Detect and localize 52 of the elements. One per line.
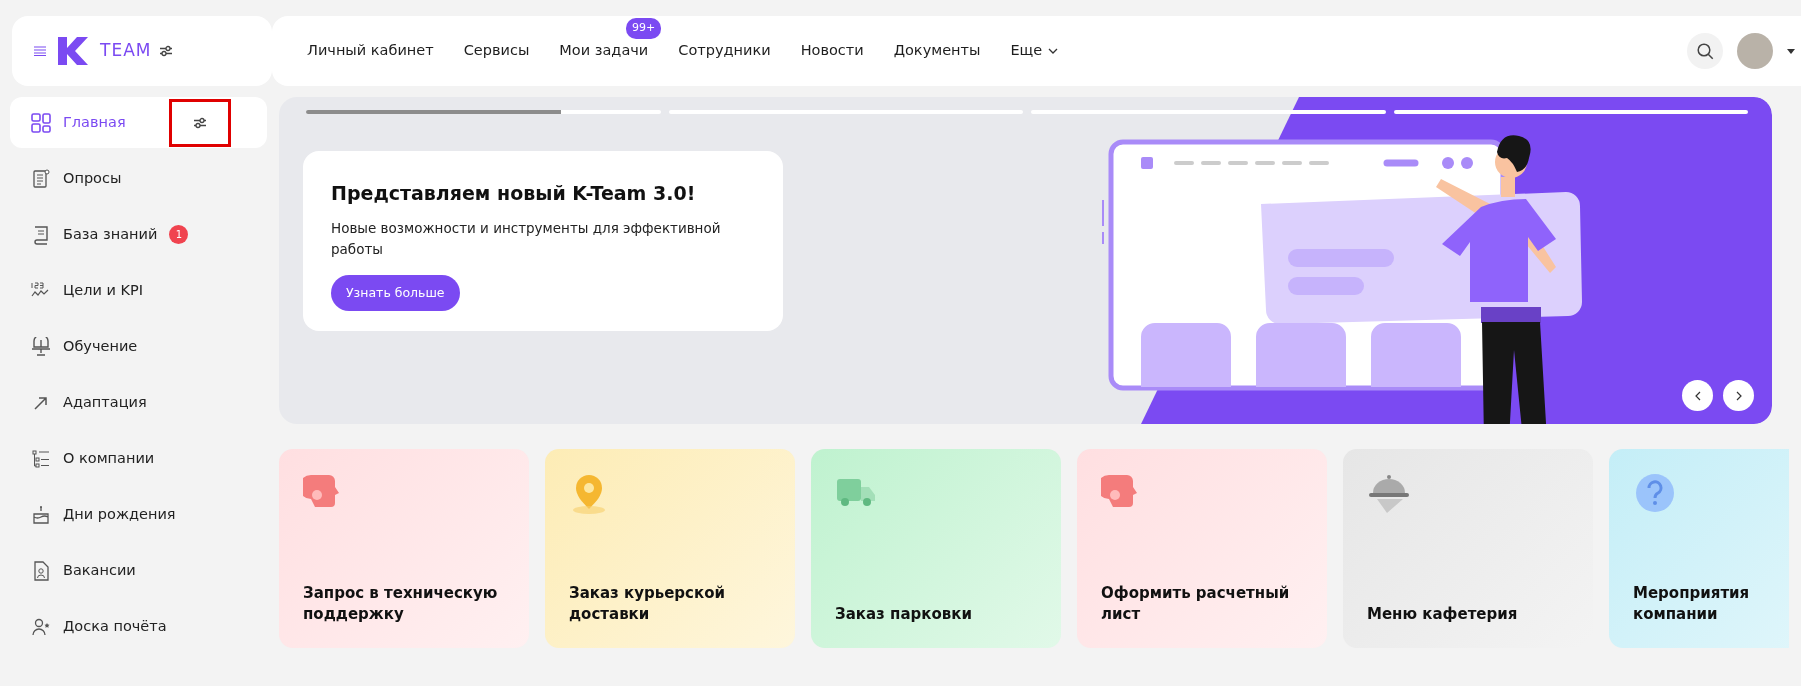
sidebar-item[interactable]: Главная: [10, 97, 267, 148]
nav-link[interactable]: Сервисы: [448, 40, 545, 62]
settings-button[interactable]: [169, 98, 231, 147]
sidebar-item[interactable]: Дни рождения: [10, 489, 267, 540]
sliders-icon: [193, 116, 207, 129]
sidebar-item[interactable]: Вакансии: [10, 545, 267, 596]
question-icon: [1633, 471, 1677, 515]
sidebar-item[interactable]: База знаний 1: [10, 209, 267, 260]
service-card[interactable]: Запрос в техническую поддержку: [279, 449, 529, 648]
card-title: Запрос в техническую поддержку: [303, 582, 499, 626]
survey-icon: [31, 168, 51, 189]
slide-progress-bar[interactable]: [306, 110, 661, 114]
search-icon: [1696, 42, 1714, 60]
card-title: Мероприятия компании: [1633, 582, 1751, 626]
card-title: Заказ парковки: [835, 604, 973, 626]
nav-link[interactable]: Личный кабинет: [292, 40, 449, 62]
sidebar-item[interactable]: Адаптация: [10, 377, 267, 428]
card-title: Заказ курьерской доставки: [569, 582, 726, 626]
nav-link[interactable]: Документы: [878, 40, 996, 62]
nav-link[interactable]: Новости: [785, 40, 879, 62]
count-badge: 1: [169, 225, 189, 244]
nav-link[interactable]: Сотрудники: [663, 40, 786, 62]
sliders-icon[interactable]: [159, 45, 174, 57]
logo-text: TEAM: [100, 39, 152, 63]
sidebar-item[interactable]: Цели и KPI: [10, 265, 267, 316]
person-star-icon: [31, 616, 51, 637]
service-card[interactable]: Заказ курьерской доставки: [545, 449, 795, 648]
service-card[interactable]: Заказ парковки: [811, 449, 1061, 648]
sidebar-item[interactable]: Опросы: [10, 153, 267, 204]
dashboard-icon: [31, 112, 51, 133]
card-title: Оформить расчетный лист: [1101, 582, 1291, 626]
service-card[interactable]: Меню кафетерия: [1343, 449, 1593, 648]
sidebar-item[interactable]: Доска почёта: [10, 601, 267, 652]
logo-k-icon: [58, 37, 88, 65]
service-card[interactable]: Мероприятия компании: [1609, 449, 1789, 648]
sidebar-item[interactable]: О компании: [10, 433, 267, 484]
promo-title: Представляем новый K-Team 3.0!: [331, 181, 697, 206]
count-badge: 99+: [626, 18, 662, 39]
nav-link[interactable]: Еще: [995, 40, 1074, 62]
document-icon: [31, 560, 51, 581]
menu-icon[interactable]: [34, 46, 46, 56]
caret-down-icon[interactable]: [1787, 48, 1795, 54]
list-icon: [31, 448, 51, 469]
chevron-right-icon: [1735, 390, 1742, 401]
sidebar-item[interactable]: Обучение: [10, 321, 267, 372]
promo-text: Новые возможности и инструменты для эффективной работы: [331, 218, 722, 260]
card-title: Меню кафетерия: [1367, 604, 1519, 626]
search-button[interactable]: [1687, 33, 1723, 69]
service-card[interactable]: Оформить расчетный лист: [1077, 449, 1327, 648]
book-icon: [31, 224, 51, 245]
chevron-left-icon: [1694, 390, 1701, 401]
learn-more-button[interactable]: Узнать больше: [331, 274, 460, 312]
